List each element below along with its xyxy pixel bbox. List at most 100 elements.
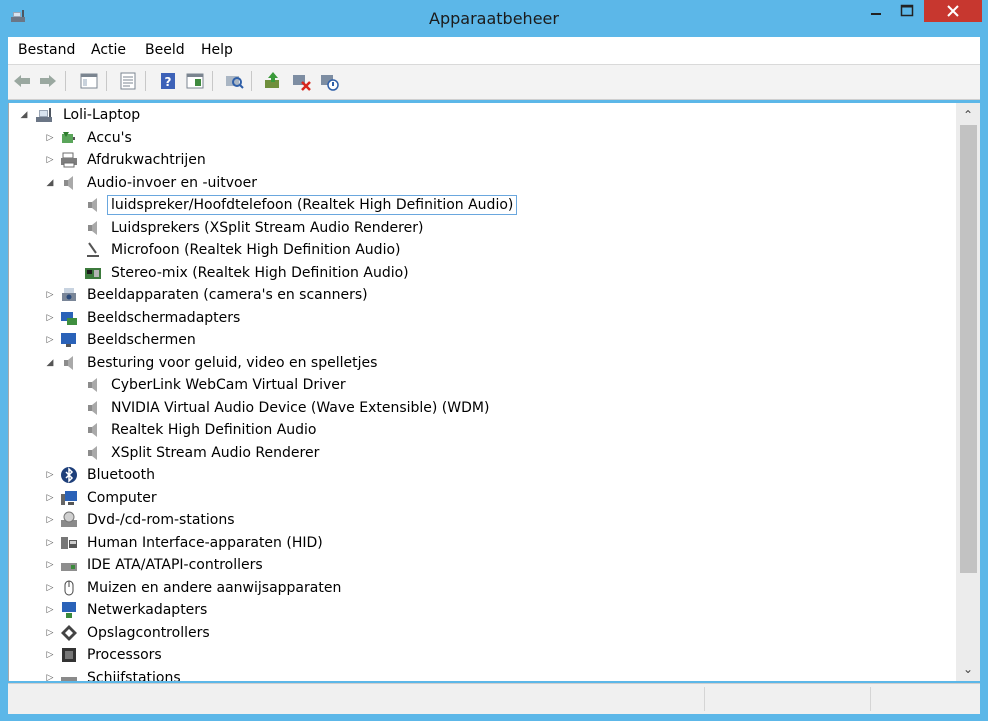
tree-item-label: Dvd-/cd-rom-stations [87, 512, 235, 528]
mouse-icon [64, 580, 74, 595]
device-tree[interactable]: ◢ Loli-Laptop ▷ Accu's ▷ Afdrukwachtrijen ◢ A… [8, 103, 957, 681]
collapsed-arrow-icon[interactable]: ▷ [45, 491, 55, 505]
menu-bar: Bestand Actie Beeld Help [8, 37, 980, 65]
minimize-icon [871, 13, 881, 15]
tree-item-label: XSplit Stream Audio Renderer [111, 444, 320, 461]
toolbar-separator [145, 71, 146, 91]
title-bar[interactable]: Apparaatbeheer [0, 0, 988, 37]
network-adapter-icon [62, 602, 76, 618]
status-cell [704, 687, 871, 711]
computer-icon [61, 490, 77, 505]
processor-icon [62, 648, 76, 662]
minimize-button[interactable] [862, 0, 890, 22]
tree-item-label: Beeldschermen [87, 332, 196, 348]
menu-bestand[interactable]: Bestand [18, 42, 75, 58]
tree-item-label: Stereo-mix (Realtek High Definition Audi… [111, 264, 409, 281]
bluetooth-icon [61, 467, 77, 483]
menu-help[interactable]: Help [201, 42, 233, 58]
status-cell [870, 687, 979, 711]
tree-item-label: Beeldapparaten (camera's en scanners) [87, 287, 368, 303]
status-bar [8, 683, 980, 714]
view-icon[interactable] [184, 70, 206, 92]
toolbar-separator [106, 71, 107, 91]
vertical-scrollbar[interactable]: ⌃ ⌄ [956, 103, 980, 681]
back-icon[interactable] [11, 70, 33, 92]
forward-icon[interactable] [37, 70, 59, 92]
collapsed-arrow-icon[interactable]: ▷ [45, 626, 55, 640]
tree-item-label: Computer [87, 489, 157, 506]
expanded-arrow-icon[interactable]: ◢ [45, 176, 55, 190]
scroll-thumb[interactable] [960, 125, 977, 573]
ide-controller-icon [61, 563, 77, 571]
close-button[interactable] [924, 0, 982, 22]
display-adapter-icon [61, 311, 77, 325]
printer-icon [61, 152, 77, 168]
collapsed-arrow-icon[interactable]: ▷ [45, 131, 55, 145]
speaker-icon [88, 400, 97, 415]
collapsed-arrow-icon[interactable]: ▷ [45, 311, 55, 325]
tree-item-label: luidspreker/Hoofdtelefoon (Realtek High … [107, 195, 518, 215]
properties-icon[interactable] [117, 70, 139, 92]
tree-item-label: Afdrukwachtrijen [87, 152, 206, 168]
tree-item-label: Bluetooth [87, 467, 155, 483]
microphone-icon [87, 242, 99, 257]
scroll-up-button[interactable]: ⌃ [956, 105, 980, 125]
dvd-drive-icon [61, 511, 77, 527]
tree-item-label: Microfoon (Realtek High Definition Audio… [111, 242, 401, 258]
window-title: Apparaatbeheer [429, 9, 559, 28]
menu-beeld[interactable]: Beeld [145, 42, 185, 58]
tree-item-label: Processors [87, 647, 162, 663]
tree-item-label: Human Interface-apparaten (HID) [87, 534, 323, 551]
svg-text:?: ? [165, 75, 172, 89]
monitor-icon [61, 333, 76, 347]
scroll-down-button[interactable]: ⌄ [956, 659, 980, 679]
tree-root-label: Loli-Laptop [63, 107, 141, 123]
toolbar-separator [251, 71, 252, 91]
disable-device-icon[interactable] [318, 70, 340, 92]
collapsed-arrow-icon[interactable]: ▷ [45, 581, 55, 595]
tree-item-label: NVIDIA Virtual Audio Device (Wave Extens… [111, 399, 490, 416]
speaker-icon [88, 198, 97, 212]
scan-hardware-icon[interactable] [223, 70, 245, 92]
tree-item-label: Realtek High Definition Audio [111, 422, 317, 438]
tree-item-label: Besturing voor geluid, video en spelletj… [87, 354, 378, 371]
collapsed-arrow-icon[interactable]: ▷ [45, 333, 55, 347]
collapsed-arrow-icon[interactable]: ▷ [45, 536, 55, 550]
close-icon [947, 5, 959, 17]
tree-item-label: IDE ATA/ATAPI-controllers [87, 557, 263, 573]
speaker-icon [64, 175, 73, 190]
collapsed-arrow-icon[interactable]: ▷ [45, 671, 55, 682]
maximize-button[interactable] [893, 0, 921, 22]
tree-item-label: Luidsprekers (XSplit Stream Audio Render… [111, 219, 424, 236]
expanded-arrow-icon[interactable]: ◢ [19, 108, 29, 122]
help-icon[interactable]: ? [157, 70, 179, 92]
tree-item-label: Netwerkadapters [87, 602, 208, 618]
menu-actie[interactable]: Actie [91, 42, 126, 58]
speaker-icon [88, 378, 97, 392]
collapsed-arrow-icon[interactable]: ▷ [45, 468, 55, 482]
audio-board-icon [85, 267, 101, 279]
tree-item-label: Accu's [87, 129, 132, 146]
battery-icon [62, 131, 75, 143]
console-tree-icon[interactable] [78, 70, 100, 92]
tree-item-label: Audio-invoer en -uitvoer [87, 174, 257, 191]
expanded-arrow-icon[interactable]: ◢ [45, 356, 55, 370]
toolbar-separator [65, 71, 66, 91]
collapsed-arrow-icon[interactable]: ▷ [45, 558, 55, 572]
tree-item-label: Beeldschermadapters [87, 309, 241, 326]
collapsed-arrow-icon[interactable]: ▷ [45, 603, 55, 617]
collapsed-arrow-icon[interactable]: ▷ [45, 153, 55, 167]
collapsed-arrow-icon[interactable]: ▷ [45, 288, 55, 302]
speaker-icon [88, 445, 97, 460]
tree-item-label: Muizen en andere aanwijsapparaten [87, 579, 342, 596]
device-manager-window: Apparaatbeheer Bestand Actie Beeld Help … [0, 0, 988, 721]
collapsed-arrow-icon[interactable]: ▷ [45, 648, 55, 662]
collapsed-arrow-icon[interactable]: ▷ [45, 513, 55, 527]
speaker-icon [64, 355, 73, 370]
computer-root-icon [36, 108, 52, 122]
disk-drive-icon [61, 676, 77, 681]
tree-item-label: Opslagcontrollers [87, 624, 210, 641]
update-driver-icon[interactable] [262, 70, 284, 92]
toolbar: ? [8, 65, 980, 100]
uninstall-icon[interactable] [290, 70, 312, 92]
